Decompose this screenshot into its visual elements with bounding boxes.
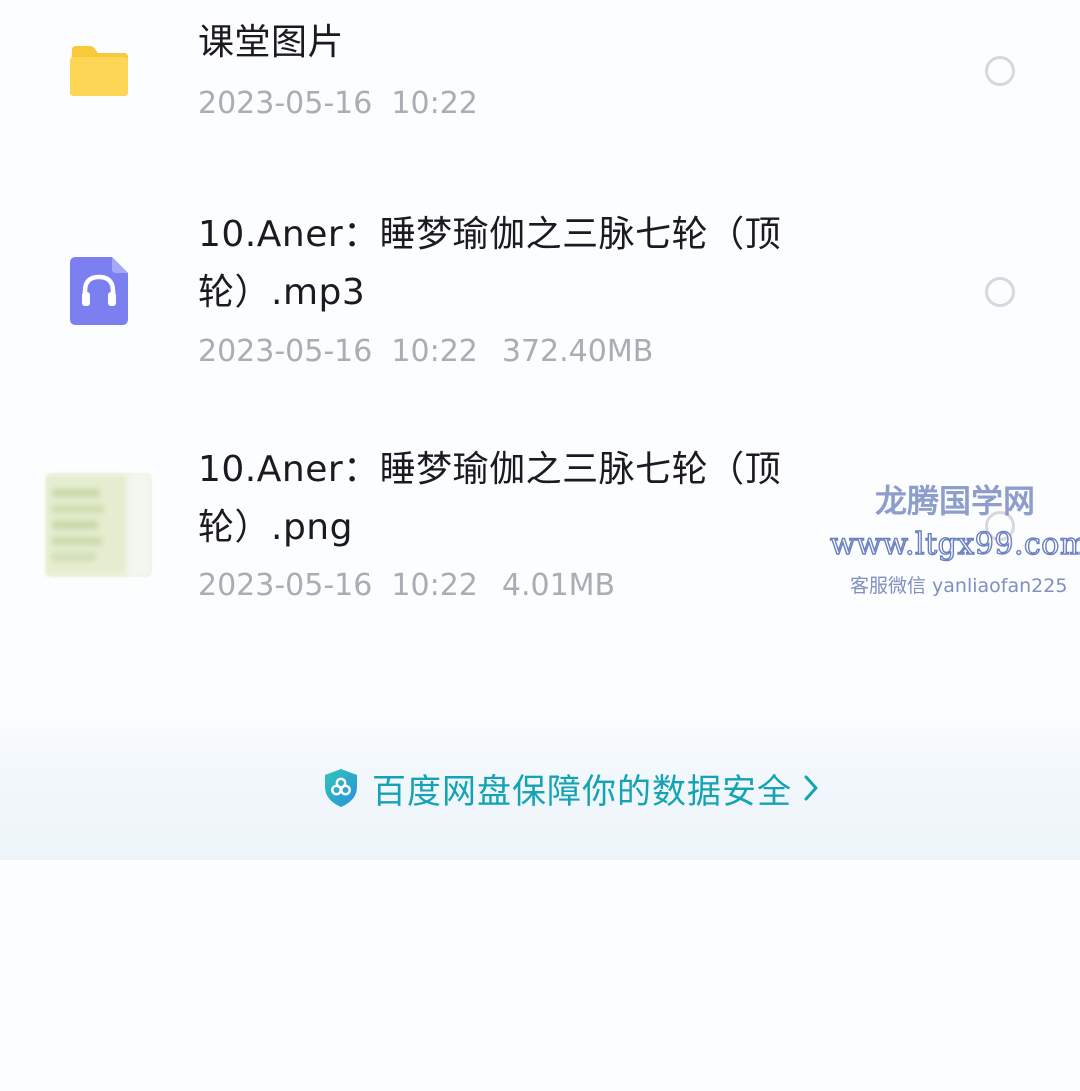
security-link[interactable]: 百度网盘保障你的数据安全 [322, 765, 820, 812]
security-text: 百度网盘保障你的数据安全 [372, 771, 792, 812]
file-size: 4.01MB [501, 568, 616, 603]
file-list-page: 课堂图片 2023-05-16 10:22 10.Aner：睡梦瑜伽之三脉七轮（… [0, 0, 1080, 1091]
file-row-mp3[interactable]: 10.Aner：睡梦瑜伽之三脉七轮（顶轮）.mp3 2023-05-16 10:… [0, 190, 1080, 390]
security-banner: 百度网盘保障你的数据安全 [0, 715, 1080, 860]
file-row-png[interactable]: 10.Aner：睡梦瑜伽之三脉七轮（顶轮）.png 2023-05-16 10:… [0, 425, 1080, 625]
file-name: 课堂图片 [198, 22, 345, 63]
select-radio[interactable] [985, 277, 1015, 307]
file-date: 2023-05-16 10:22 [198, 86, 478, 121]
file-meta: 2023-05-16 10:22 4.01MB [198, 568, 615, 603]
file-row-folder[interactable]: 课堂图片 2023-05-16 10:22 [0, 0, 1080, 150]
folder-icon [70, 46, 128, 96]
audio-file-icon [70, 257, 128, 325]
file-date: 2023-05-16 10:22 [198, 568, 478, 603]
file-meta: 2023-05-16 10:22 [198, 86, 478, 121]
select-radio[interactable] [985, 56, 1015, 86]
file-name: 10.Aner：睡梦瑜伽之三脉七轮（顶轮）.mp3 [198, 214, 782, 313]
image-thumbnail [46, 473, 152, 577]
file-size: 372.40MB [501, 334, 654, 369]
file-meta: 2023-05-16 10:22 372.40MB [198, 334, 653, 369]
file-date: 2023-05-16 10:22 [198, 334, 478, 369]
chevron-right-icon [804, 775, 818, 801]
select-radio[interactable] [985, 511, 1015, 541]
shield-icon [325, 769, 357, 807]
file-name: 10.Aner：睡梦瑜伽之三脉七轮（顶轮）.png [198, 449, 782, 548]
